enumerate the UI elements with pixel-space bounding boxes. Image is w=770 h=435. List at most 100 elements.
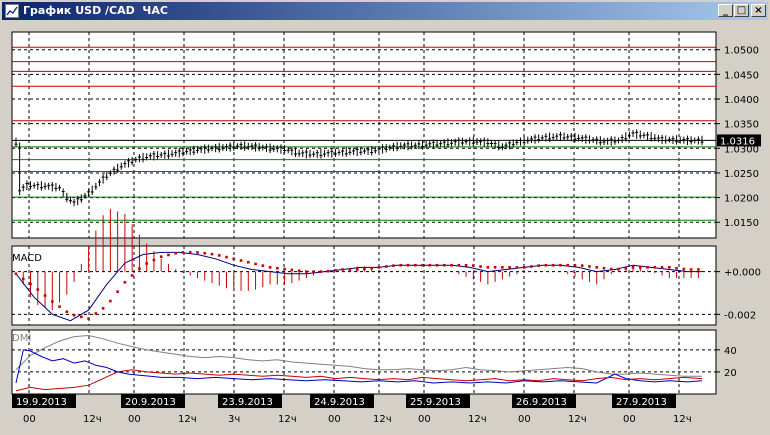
macd-signal-point [370,266,374,270]
macd-signal-point [580,264,584,267]
macd-signal-point [682,267,686,271]
macd-signal-point [276,266,279,270]
price-panel [11,31,717,239]
macd-signal-point [609,267,613,271]
macd-signal-point [392,264,395,267]
macd-signal-point [588,265,591,268]
macd-signal-point [537,264,540,267]
macd-signal-point [334,269,337,272]
macd-axis-label: +0.000 [724,268,761,279]
price-axis-label: 1.0350 [724,120,759,131]
hour-label: 12ч [278,414,297,425]
macd-signal-point [631,266,635,269]
macd-signal-point [428,263,432,267]
macd-signal-point [559,263,562,267]
macd-signal-point [660,266,664,269]
macd-signal-point [21,277,25,281]
macd-signal-point [472,264,475,267]
macd-signal-point [319,270,323,273]
macd-signal-point [283,267,286,271]
macd-signal-point [544,263,548,267]
date-label: 27.9.2013 [616,397,667,408]
macd-signal-point [65,310,69,314]
hour-label: 12ч [83,414,102,425]
hour-label: 12ч [373,414,392,425]
hour-label: 12ч [568,414,587,425]
hour-label: 00 [128,414,141,425]
macd-signal-point [348,268,352,271]
close-icon: × [754,5,763,16]
hour-label: 12ч [178,414,197,425]
macd-signal-point [479,265,482,268]
macd-signal-point [217,254,221,257]
macd-signal-point [159,255,163,258]
chart-area[interactable]: 1.0500 1.0450 1.0400 1.0350 1.0300 1.0250 1.02… [4,22,768,431]
maximize-button[interactable]: □ [734,4,749,17]
macd-signal-point [689,268,693,271]
macd-signal-point [442,263,446,267]
macd-signal-point [232,257,236,261]
macd-signal-point [210,252,214,256]
macd-signal-point [196,251,199,254]
forex-chart[interactable]: 1.05001.04501.04001.03501.03001.02501.02… [4,22,768,431]
macd-signal-point [167,253,170,257]
macd-signal-point [457,263,461,267]
macd-signal-point [413,263,417,267]
hour-label: 3ч [228,414,240,425]
title-bar[interactable]: График USD /CAD ЧАС _ □ × [2,2,768,20]
macd-signal-point [181,251,185,254]
price-axis-label: 1.0450 [724,70,759,81]
hour-label: 00 [23,414,36,425]
date-label: 23.9.2013 [222,397,273,408]
macd-signal-point [72,313,76,317]
macd-signal-point [595,266,599,269]
macd-signal-point [406,263,410,267]
dmi-axis-label: 20 [724,368,737,379]
macd-signal-point [653,266,657,269]
macd-signal-point [14,272,18,276]
chart-window: График USD /CAD ЧАС _ □ × 1.0500 1.0450 1.… [0,0,770,433]
macd-signal-point [246,260,250,264]
macd-signal-point [29,282,32,286]
macd-signal-point [58,305,61,308]
macd-signal-point [87,317,90,320]
dmi-panel [11,329,717,395]
macd-signal-point [326,269,330,273]
hour-label: 00 [328,414,341,425]
macd-signal-point [377,266,381,269]
macd-signal-point [435,263,439,267]
macd-signal-point [305,270,308,273]
minimize-button[interactable]: _ [718,4,733,17]
price-axis-label: 1.0200 [724,194,759,205]
macd-signal-point [530,265,533,268]
date-label: 19.9.2013 [16,397,67,408]
macd-signal-point [363,267,366,271]
chart-app-icon [5,4,19,18]
macd-signal-point [312,270,315,273]
price-axis-label: 1.0500 [724,46,759,57]
macd-signal-point [268,266,272,269]
macd-signal-point [697,268,700,271]
minimize-icon: _ [723,5,728,16]
macd-signal-point [551,263,555,267]
window-title: График USD /CAD ЧАС [23,4,168,17]
macd-signal-point [399,263,403,267]
macd-signal-point [297,269,301,273]
date-label: 26.9.2013 [516,397,567,408]
macd-signal-point [94,312,98,315]
macd-signal-point [515,266,519,269]
macd-signal-point [384,265,388,268]
price-axis-label: 1.0150 [724,218,759,229]
macd-signal-point [638,266,642,269]
close-button[interactable]: × [751,4,766,17]
macd-signal-point [602,266,606,270]
hour-label: 00 [418,414,431,425]
macd-signal-point [109,299,112,303]
macd-signal-point [116,290,119,293]
date-label: 24.9.2013 [314,397,365,408]
date-label: 25.9.2013 [410,397,461,408]
macd-signal-point [43,294,47,297]
macd-signal-point [486,266,490,269]
macd-signal-point [36,288,40,291]
macd-signal-point [573,263,577,267]
